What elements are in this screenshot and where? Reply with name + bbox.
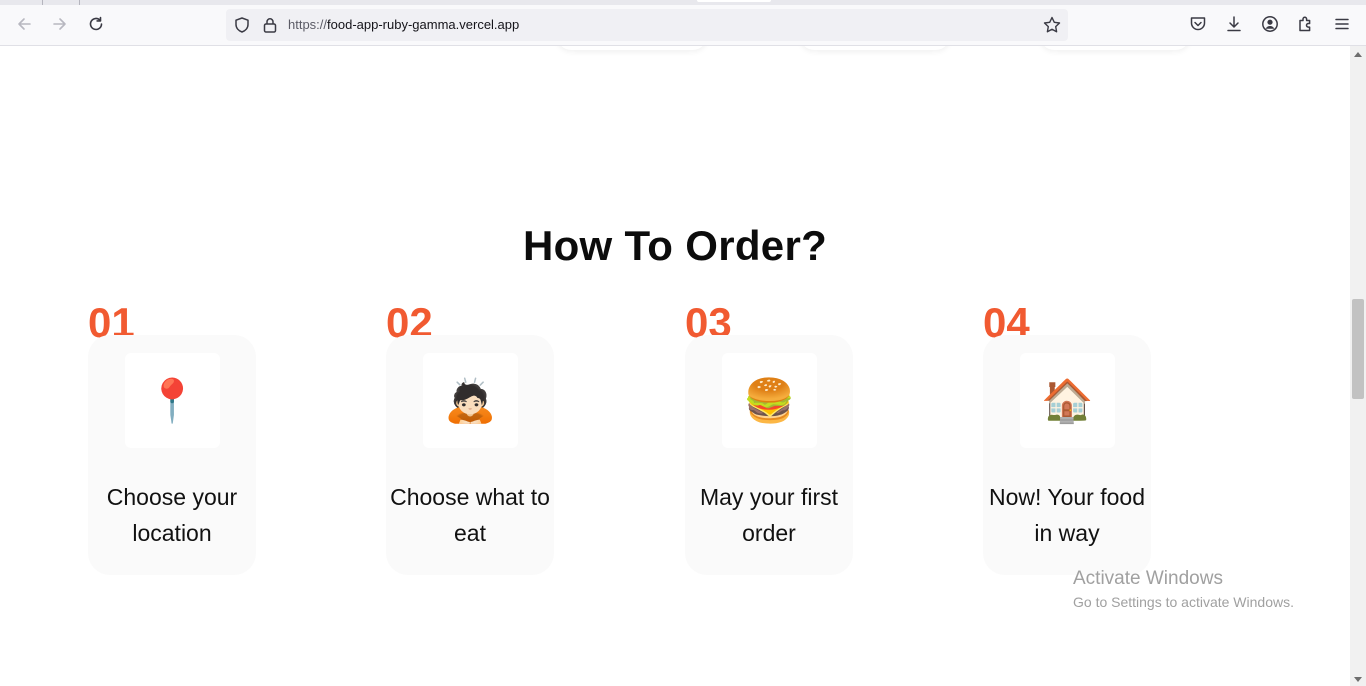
url-host: food-app-ruby-gamma.vercel.app — [327, 17, 520, 32]
step-card-4: 04 🏠 Now! Your food in way — [983, 302, 1153, 576]
burger-icon: 🍔 — [722, 353, 817, 448]
shield-icon[interactable] — [233, 16, 251, 34]
tab-divider — [42, 0, 43, 5]
lock-icon[interactable] — [261, 16, 279, 34]
url-text[interactable]: https://food-app-ruby-gamma.vercel.app — [288, 17, 519, 33]
browser-toolbar: https://food-app-ruby-gamma.vercel.app — [0, 0, 1366, 46]
step-card-1: 01 📍 Choose your location — [88, 302, 258, 576]
scroll-down-icon[interactable] — [1354, 677, 1362, 682]
step-number: 04 — [983, 302, 1030, 338]
active-tab[interactable] — [697, 0, 771, 2]
tab-divider — [79, 0, 80, 5]
previous-card-edge — [800, 46, 950, 50]
url-scheme: https:// — [288, 17, 328, 32]
step-card-body: 📍 Choose your location — [88, 335, 256, 575]
step-card-body: 🍔 May your first order — [685, 335, 853, 575]
step-number: 03 — [685, 302, 732, 338]
menu-button[interactable] — [1332, 14, 1352, 34]
step-card-2: 02 🙇🏻 Choose what to eat — [386, 302, 556, 576]
step-number: 02 — [386, 302, 433, 338]
previous-card-edge — [557, 46, 707, 50]
downloads-button[interactable] — [1224, 14, 1244, 34]
house-icon: 🏠 — [1020, 353, 1115, 448]
reload-button[interactable] — [84, 12, 108, 36]
watermark-subtitle: Go to Settings to activate Windows. — [1073, 594, 1294, 610]
address-bar[interactable]: https://food-app-ruby-gamma.vercel.app — [226, 9, 1068, 41]
previous-card-edge — [1040, 46, 1190, 50]
step-number: 01 — [88, 302, 135, 338]
step-text: Now! Your food in way — [988, 484, 1145, 546]
person-bowing-icon: 🙇🏻 — [423, 353, 518, 448]
activate-windows-watermark: Activate Windows Go to Settings to activ… — [1073, 567, 1294, 613]
location-pin-icon: 📍 — [125, 353, 220, 448]
puzzle-icon — [1299, 16, 1311, 32]
hamburger-menu-icon — [1335, 18, 1349, 30]
step-card-body: 🏠 Now! Your food in way — [983, 335, 1151, 575]
arrow-right-icon — [53, 18, 66, 30]
bookmark-star-icon[interactable] — [1042, 15, 1062, 35]
forward-button[interactable] — [48, 12, 72, 36]
section-title: How To Order? — [522, 222, 828, 269]
extensions-button[interactable] — [1296, 14, 1316, 34]
step-text: Choose your location — [106, 484, 238, 546]
tab-strip — [0, 0, 1366, 5]
step-text: May your first order — [699, 484, 839, 546]
scroll-up-icon[interactable] — [1354, 52, 1362, 57]
step-text: Choose what to eat — [390, 484, 550, 546]
pocket-icon — [1190, 17, 1206, 31]
back-button[interactable] — [12, 12, 36, 36]
account-icon — [1262, 16, 1278, 32]
download-icon — [1227, 16, 1241, 32]
vertical-scrollbar[interactable] — [1350, 46, 1366, 686]
arrow-left-icon — [18, 18, 31, 30]
step-card-3: 03 🍔 May your first order — [685, 302, 855, 576]
account-button[interactable] — [1260, 14, 1280, 34]
watermark-title: Activate Windows — [1073, 568, 1223, 589]
pocket-button[interactable] — [1188, 14, 1208, 34]
step-card-body: 🙇🏻 Choose what to eat — [386, 335, 554, 575]
scroll-thumb[interactable] — [1352, 299, 1364, 399]
reload-icon — [89, 16, 103, 31]
